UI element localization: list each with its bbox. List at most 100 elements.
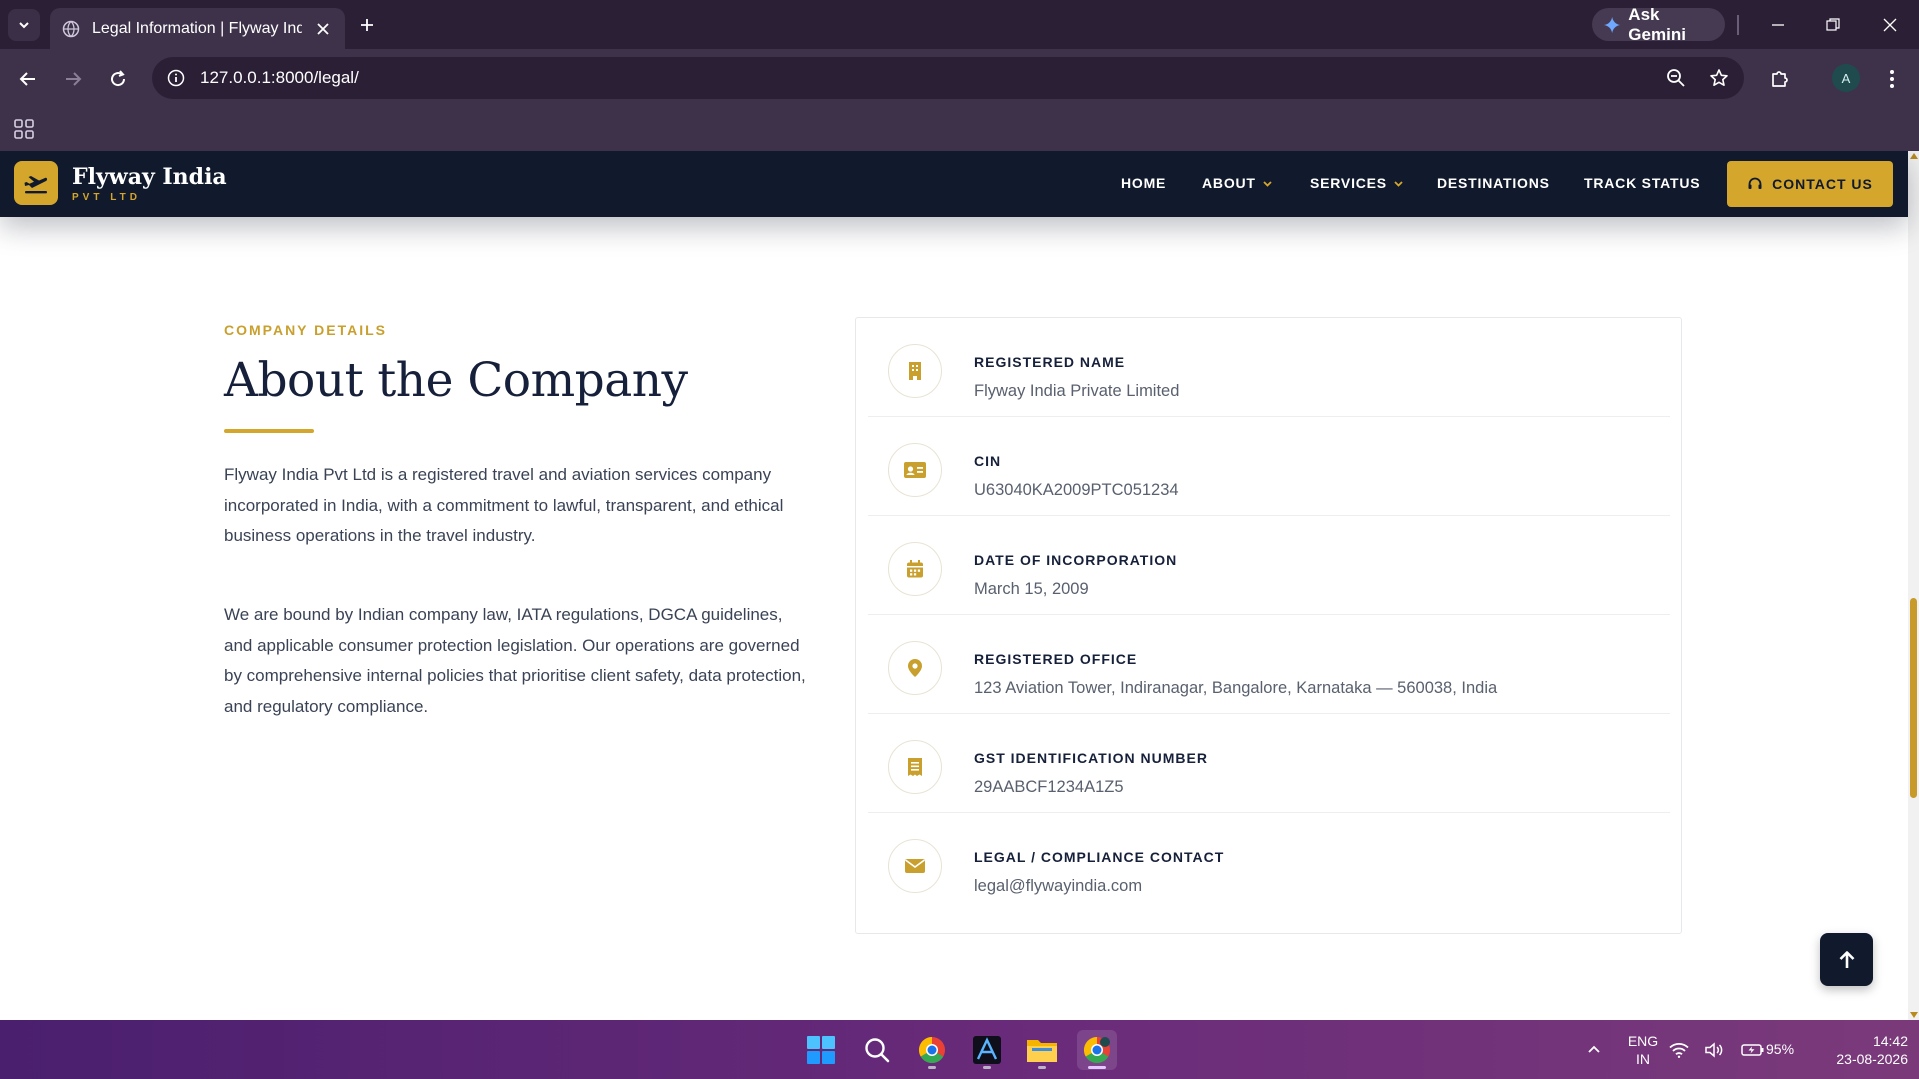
clock-date: 23-08-2026 (1836, 1051, 1908, 1067)
ask-gemini-button[interactable]: Ask Gemini (1592, 5, 1725, 44)
detail-value[interactable]: legal@flywayindia.com (974, 877, 1142, 896)
browser-tab[interactable]: Legal Information | Flyway India (50, 8, 345, 49)
taskbar-chrome-profile[interactable] (1077, 1030, 1117, 1070)
site-info-button[interactable] (162, 64, 190, 92)
detail-icon-holder (888, 641, 942, 695)
show-hidden-icons-button[interactable] (1574, 1030, 1614, 1070)
back-to-top-button[interactable] (1820, 933, 1873, 986)
volume-icon (1705, 1042, 1723, 1058)
tab-close-button[interactable] (313, 19, 333, 39)
detail-icon-holder (888, 839, 942, 893)
nav-destinations[interactable]: DESTINATIONS (1437, 175, 1550, 191)
tabbar-divider (1737, 15, 1739, 35)
url-text[interactable]: 127.0.0.1:8000/legal/ (200, 68, 359, 88)
forward-button[interactable] (57, 63, 89, 95)
page-scrollbar[interactable] (1908, 151, 1919, 1020)
taskbar-file-explorer[interactable] (1022, 1030, 1062, 1070)
close-icon (317, 22, 329, 35)
taskbar-search-button[interactable] (857, 1030, 897, 1070)
detail-label: LEGAL / COMPLIANCE CONTACT (974, 849, 1225, 865)
detail-value: March 15, 2009 (974, 580, 1089, 598)
plus-icon (361, 19, 373, 31)
detail-row-incorporation-date: DATE OF INCORPORATION March 15, 2009 (868, 516, 1670, 615)
detail-label: REGISTERED OFFICE (974, 651, 1138, 667)
chrome-profile-icon (1083, 1036, 1110, 1064)
detail-row-registered-name: REGISTERED NAME Flyway India Private Lim… (868, 318, 1670, 417)
search-icon (865, 1038, 890, 1063)
close-icon (1883, 18, 1897, 32)
apps-grid-icon[interactable] (12, 117, 36, 141)
folder-icon (1027, 1040, 1057, 1062)
section-kicker: COMPANY DETAILS (224, 322, 388, 338)
start-button[interactable] (801, 1030, 841, 1070)
detail-label: DATE OF INCORPORATION (974, 552, 1178, 568)
nav-services[interactable]: SERVICES (1310, 175, 1404, 191)
zoom-button[interactable] (1662, 64, 1690, 92)
id-card-icon (904, 462, 926, 478)
detail-label: CIN (974, 453, 1002, 469)
taskbar-app-a[interactable] (967, 1030, 1007, 1070)
puzzle-icon (1772, 71, 1788, 87)
calendar-icon (907, 560, 923, 578)
star-icon (1710, 69, 1728, 86)
minimize-button[interactable] (1763, 10, 1793, 40)
running-indicator (1038, 1066, 1046, 1069)
windows-taskbar: ENG IN 95% 14:42 23-08-2026 (0, 1020, 1919, 1079)
detail-value: 29AABCF1234A1Z5 (974, 778, 1124, 796)
logo-subtitle: PVT LTD (72, 192, 141, 203)
scroll-thumb[interactable] (1910, 598, 1917, 798)
scroll-down-arrow[interactable] (1910, 1012, 1918, 1018)
active-indicator (1088, 1066, 1106, 1069)
detail-row-registered-office: REGISTERED OFFICE 123 Aviation Tower, In… (868, 615, 1670, 714)
headset-icon (1748, 177, 1762, 189)
profile-avatar[interactable]: A (1832, 64, 1860, 92)
receipt-icon (908, 758, 922, 776)
browser-toolbar: 127.0.0.1:8000/legal/ A (0, 49, 1919, 109)
zoom-out-icon (1667, 69, 1685, 87)
new-tab-button[interactable] (354, 12, 380, 38)
address-bar[interactable]: 127.0.0.1:8000/legal/ (152, 57, 1744, 99)
chrome-icon (918, 1036, 945, 1064)
reload-icon (111, 70, 126, 87)
bookmark-button[interactable] (1705, 64, 1733, 92)
language-indicator[interactable]: ENG IN (1627, 1032, 1659, 1068)
detail-value: Flyway India Private Limited (974, 382, 1180, 400)
close-window-button[interactable] (1875, 10, 1905, 40)
detail-row-legal-contact: LEGAL / COMPLIANCE CONTACT legal@flywayi… (868, 813, 1670, 912)
site-header: Flyway India PVT LTD HOME ABOUT SERVICES… (0, 151, 1908, 217)
company-details-card: REGISTERED NAME Flyway India Private Lim… (855, 317, 1682, 934)
detail-value: 123 Aviation Tower, Indiranagar, Bangalo… (974, 679, 1498, 697)
detail-icon-holder (888, 344, 942, 398)
logo-badge[interactable] (14, 161, 58, 205)
language-region: IN (1636, 1051, 1650, 1067)
minimize-icon (1772, 24, 1784, 26)
scroll-up-arrow[interactable] (1910, 153, 1918, 159)
nav-about-label: ABOUT (1202, 175, 1256, 191)
envelope-icon (904, 859, 926, 873)
wifi-icon (1669, 1043, 1689, 1058)
tab-search-button[interactable] (8, 9, 40, 41)
taskbar-chrome[interactable] (912, 1030, 952, 1070)
info-icon (167, 69, 185, 87)
nav-track-status-label: TRACK STATUS (1584, 175, 1701, 191)
logo-name[interactable]: Flyway India (72, 164, 227, 190)
nav-about[interactable]: ABOUT (1202, 175, 1273, 191)
restore-button[interactable] (1818, 10, 1848, 40)
back-button[interactable] (12, 63, 44, 95)
system-tray-status[interactable] (1669, 1030, 1765, 1070)
plane-takeoff-icon (24, 176, 48, 194)
nav-home[interactable]: HOME (1121, 175, 1166, 191)
chevron-down-icon (19, 22, 29, 29)
contact-us-button[interactable]: CONTACT US (1727, 161, 1893, 207)
running-indicator (983, 1066, 991, 1069)
app-a-icon (973, 1036, 1001, 1064)
browser-menu-button[interactable] (1876, 63, 1908, 95)
extensions-button[interactable] (1764, 63, 1796, 95)
nav-track-status[interactable]: TRACK STATUS (1584, 175, 1700, 191)
reload-button[interactable] (102, 63, 134, 95)
nav-home-label: HOME (1121, 175, 1167, 191)
browser-tab-bar: Legal Information | Flyway India Ask Gem… (0, 0, 1919, 49)
clock[interactable]: 14:42 23-08-2026 (1812, 1032, 1908, 1068)
kebab-menu-icon (1890, 70, 1894, 88)
clock-time: 14:42 (1872, 1033, 1908, 1049)
